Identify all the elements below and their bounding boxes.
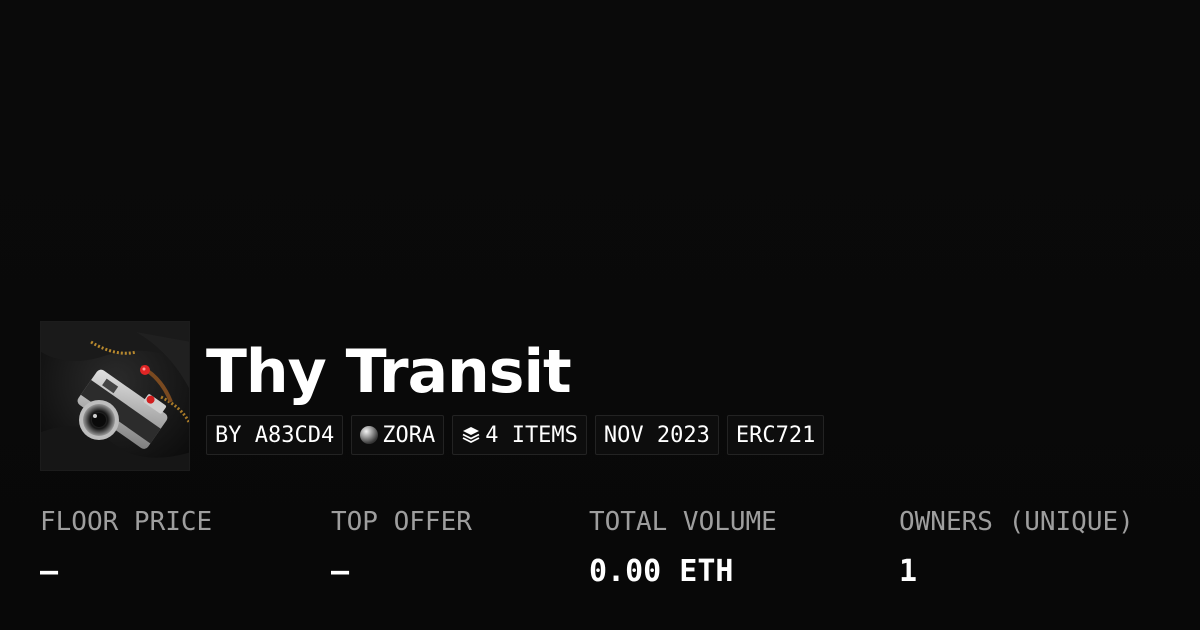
chain-tag[interactable]: ZORA [351,415,445,455]
stat-label: OWNERS (UNIQUE) [899,507,1134,537]
stat-label: TOP OFFER [331,507,472,537]
items-label: 4 ITEMS [485,422,578,448]
stat-value: 1 [899,554,918,589]
stat-total-volume: TOTAL VOLUME 0.00 ETH [589,500,777,596]
stat-label: TOTAL VOLUME [589,507,777,537]
layers-stack-icon [462,427,480,444]
stat-label: FLOOR PRICE [40,507,213,537]
items-tag[interactable]: 4 ITEMS [452,415,587,455]
collection-thumbnail[interactable] [40,321,190,471]
stat-value: – [331,554,350,589]
collection-card: Thy Transit BY A83CD4 ZORA 4 ITEMS NOV 2… [0,0,1200,630]
collection-title: Thy Transit [206,337,572,407]
stat-floor-price: FLOOR PRICE – [40,500,212,596]
date-label: NOV 2023 [603,422,710,448]
date-tag: NOV 2023 [594,415,719,455]
standard-tag: ERC721 [726,415,825,455]
stat-owners: OWNERS (UNIQUE) 1 [899,500,1134,596]
chain-label: ZORA [382,422,436,448]
stat-value: – [40,554,59,589]
creator-tag[interactable]: BY A83CD4 [206,415,344,455]
standard-label: ERC721 [735,422,816,448]
camera-photo-thumbnail [41,322,189,470]
stat-top-offer: TOP OFFER – [331,500,472,596]
stat-value: 0.00 ETH [589,554,734,589]
collection-tags: BY A83CD4 ZORA 4 ITEMS NOV 2023 ERC721 [206,415,825,455]
chain-sphere-icon [360,426,379,444]
creator-label: BY A83CD4 [215,422,335,448]
